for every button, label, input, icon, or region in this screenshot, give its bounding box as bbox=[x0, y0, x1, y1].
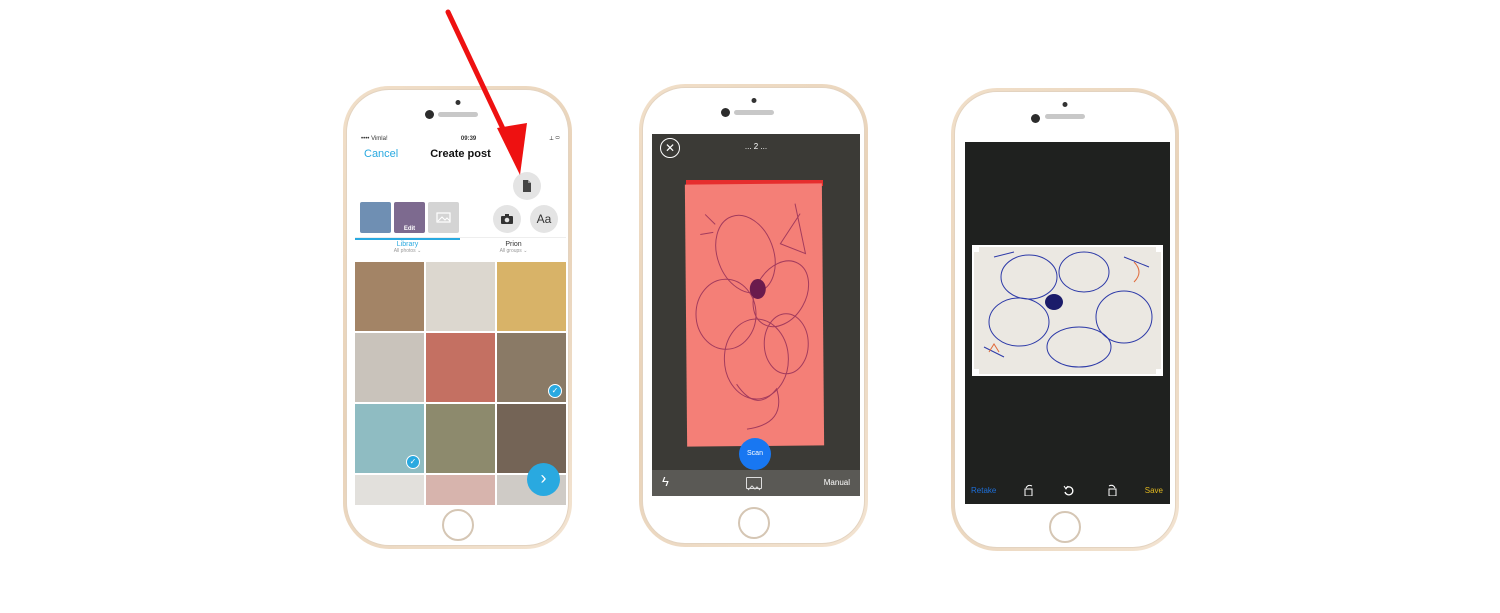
stage: •••• Vimla! 09:39 ⟂ ▭ Cancel Create post… bbox=[0, 0, 1500, 613]
drawing-scribbles bbox=[695, 203, 810, 430]
manual-button[interactable]: Manual bbox=[824, 478, 850, 487]
speaker bbox=[437, 112, 478, 117]
front-sensor bbox=[751, 98, 756, 103]
crop-handle-bottom-right[interactable] bbox=[1156, 369, 1163, 376]
scanner-top-bar: ✕ ... 2 ... bbox=[652, 134, 860, 160]
gallery-icon[interactable] bbox=[746, 477, 762, 491]
add-photo-thumb[interactable] bbox=[428, 202, 459, 233]
phone-body: •••• Vimla! 09:39 ⟂ ▭ Cancel Create post… bbox=[346, 89, 569, 546]
camera-button[interactable] bbox=[493, 205, 521, 233]
photo-cell[interactable]: ✓ bbox=[355, 404, 424, 473]
phone-crop-editor: Retake Save bbox=[951, 88, 1179, 551]
scanner-bottom-bar: ϟ Manual bbox=[652, 470, 860, 496]
photo-cell[interactable] bbox=[355, 333, 424, 402]
source-tabs: Library All photos ⌄ Prion All groups ⌄ bbox=[355, 237, 566, 261]
cancel-button[interactable]: Cancel bbox=[364, 148, 398, 160]
crop-handle-top-left[interactable] bbox=[972, 245, 979, 252]
rotate-left-icon[interactable] bbox=[1023, 484, 1035, 499]
speaker bbox=[733, 110, 774, 115]
scanned-drawing bbox=[684, 183, 825, 447]
rotate-left-glyph bbox=[1024, 484, 1033, 497]
checkmark-icon: ✓ bbox=[548, 384, 562, 398]
tab-prion[interactable]: Prion All groups ⌄ bbox=[461, 238, 566, 262]
undo-glyph bbox=[1063, 485, 1074, 496]
scan-button[interactable]: Scan bbox=[739, 438, 771, 470]
undo-icon[interactable] bbox=[1063, 484, 1075, 499]
retake-button[interactable]: Retake bbox=[971, 486, 996, 495]
image-placeholder-icon bbox=[436, 212, 451, 223]
tab-active-indicator bbox=[355, 238, 460, 240]
save-button[interactable]: Save bbox=[1145, 486, 1163, 495]
phone-body: Retake Save bbox=[954, 91, 1176, 548]
tab-library-sub: All photos ⌄ bbox=[393, 248, 422, 254]
photo-cell[interactable] bbox=[355, 475, 424, 505]
phone-body: ✕ ... 2 ... Scan ϟ Manual bbox=[642, 87, 865, 544]
phone-scanner: ✕ ... 2 ... Scan ϟ Manual bbox=[639, 84, 868, 547]
phone-create-post: •••• Vimla! 09:39 ⟂ ▭ Cancel Create post… bbox=[343, 86, 572, 549]
carrier-label: •••• Vimla! bbox=[361, 136, 388, 142]
photo-cell[interactable] bbox=[426, 262, 495, 331]
photo-cell[interactable] bbox=[426, 333, 495, 402]
photo-cell[interactable] bbox=[355, 262, 424, 331]
photo-cell[interactable] bbox=[497, 262, 566, 331]
status-bar: •••• Vimla! 09:39 ⟂ ▭ bbox=[355, 134, 566, 144]
screen-create-post: •••• Vimla! 09:39 ⟂ ▭ Cancel Create post… bbox=[355, 134, 566, 505]
photo-cell[interactable]: ✓ bbox=[497, 333, 566, 402]
front-sensor bbox=[455, 100, 460, 105]
home-button bbox=[737, 507, 770, 539]
document-icon bbox=[523, 180, 531, 192]
front-camera bbox=[721, 108, 730, 117]
photo-cell[interactable] bbox=[426, 475, 495, 505]
tab-prion-sub: All groups ⌄ bbox=[499, 248, 528, 254]
front-sensor bbox=[1062, 102, 1068, 107]
home-button bbox=[441, 509, 474, 541]
front-camera bbox=[1031, 114, 1040, 123]
photo-cell[interactable] bbox=[426, 404, 495, 473]
rotate-right-icon[interactable] bbox=[1106, 484, 1118, 499]
clock-label: 09:39 bbox=[460, 136, 477, 142]
page-title: Create post bbox=[430, 148, 491, 160]
screen-scanner: ✕ ... 2 ... Scan ϟ Manual bbox=[652, 134, 860, 496]
edit-toolbar: Retake Save bbox=[965, 478, 1170, 504]
checkmark-icon: ✓ bbox=[406, 455, 420, 469]
crop-handle-top-right[interactable] bbox=[1156, 245, 1163, 252]
front-camera bbox=[425, 110, 434, 119]
text-button-label: Aa bbox=[536, 212, 552, 226]
cropped-document bbox=[972, 245, 1163, 376]
home-button bbox=[1049, 511, 1081, 543]
tab-library[interactable]: Library All photos ⌄ bbox=[355, 238, 460, 262]
next-button[interactable]: › bbox=[527, 463, 560, 496]
screen-crop-editor: Retake Save bbox=[965, 142, 1170, 504]
edit-label: Edit bbox=[403, 226, 416, 232]
gallery-mountain-glyph bbox=[747, 485, 761, 491]
page-counter: ... 2 ... bbox=[744, 142, 768, 151]
camera-icon bbox=[501, 214, 513, 224]
nav-bar: Cancel Create post bbox=[355, 144, 566, 164]
tab-library-sub-label: All photos bbox=[393, 248, 416, 254]
text-button[interactable]: Aa bbox=[530, 205, 558, 233]
tab-prion-sub-label: All groups bbox=[499, 248, 522, 254]
crop-handle-bottom-left[interactable] bbox=[972, 369, 979, 376]
selected-thumb-1[interactable] bbox=[360, 202, 391, 233]
drawing-scribbles bbox=[983, 251, 1153, 368]
document-scan-button[interactable] bbox=[513, 172, 541, 200]
speaker bbox=[1045, 114, 1085, 119]
chevron-right-icon: › bbox=[540, 468, 547, 488]
selected-thumb-2[interactable]: Edit bbox=[394, 202, 425, 233]
flash-icon[interactable]: ϟ bbox=[662, 474, 669, 489]
rotate-right-glyph bbox=[1108, 484, 1117, 497]
photo-cell[interactable] bbox=[497, 404, 566, 473]
tab-prion-title: Prion bbox=[505, 241, 522, 248]
battery-icon: ⟂ ▭ bbox=[549, 135, 560, 142]
